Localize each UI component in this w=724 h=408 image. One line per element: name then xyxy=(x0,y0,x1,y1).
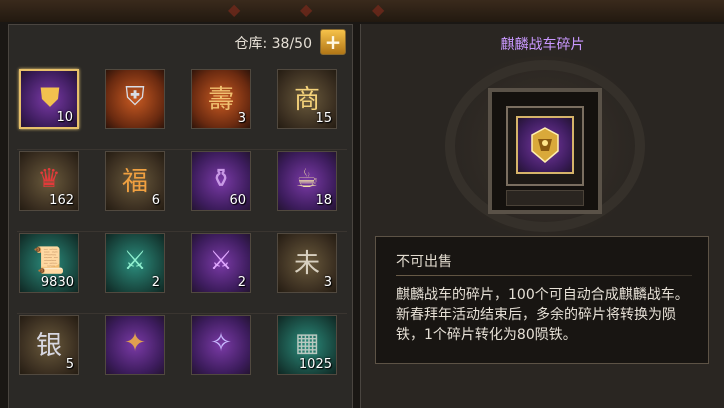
item-quantity: 2 xyxy=(237,275,246,290)
item-quantity: 18 xyxy=(315,193,332,208)
inventory-slot[interactable]: ⚱ 60 xyxy=(191,151,251,211)
item-display-frame xyxy=(488,88,602,214)
row-divider xyxy=(17,313,347,314)
armor-icon: ⛨ xyxy=(125,81,145,112)
item-quantity: 1025 xyxy=(298,357,332,372)
inventory-slot[interactable]: 未3 xyxy=(277,233,337,293)
purple-blade-icon: ⚔ xyxy=(209,246,233,276)
lucky-bag-icon: 福 xyxy=(121,166,148,197)
top-banner: ◆ ◆ ◆ xyxy=(0,0,724,22)
item-quantity: 5 xyxy=(65,357,74,372)
item-quantity: 15 xyxy=(315,111,332,126)
item-quantity: 2 xyxy=(151,275,160,290)
item-description-box: 不可出售 麒麟战车的碎片，100个可自动合成麒麟战车。新春拜年活动结束后，多余的… xyxy=(375,236,709,364)
inventory-slot[interactable]: 📜 9830 xyxy=(19,233,79,293)
inventory-slot[interactable]: 福6 xyxy=(105,151,165,211)
item-quantity: 3 xyxy=(323,275,332,290)
row-divider xyxy=(17,149,347,150)
scale-wing-icon: ✦ xyxy=(124,328,146,358)
red-scroll-token-icon: 壽 xyxy=(207,84,234,115)
divider xyxy=(396,275,692,276)
green-blade-icon: ⚔ xyxy=(123,246,147,276)
item-quantity: 3 xyxy=(237,111,246,126)
banner-ornament-icon: ◆ xyxy=(372,0,385,19)
item-title: 麒麟战车碎片 xyxy=(500,37,585,53)
inventory-slot[interactable]: 商 15 xyxy=(277,69,337,129)
row-divider xyxy=(17,231,347,232)
item-quantity: 162 xyxy=(49,193,74,208)
qilin-chariot-fragment-icon xyxy=(516,116,574,174)
inventory-capacity: 仓库: 38/50 xyxy=(234,36,312,52)
inventory-slot[interactable]: ⚔ 2 xyxy=(105,233,165,293)
item-quantity: 6 xyxy=(151,193,160,208)
magic-scroll-icon: ✧ xyxy=(210,328,232,358)
item-quantity: 60 xyxy=(229,193,246,208)
silver-token-icon: 银 xyxy=(35,330,62,361)
banner-ornament-icon: ◆ xyxy=(300,0,313,19)
inventory-slot[interactable]: 银5 xyxy=(19,315,79,375)
inventory-slot[interactable]: ⚔ 2 xyxy=(191,233,251,293)
inventory-slot[interactable]: ☕ 18 xyxy=(277,151,337,211)
inventory-slot[interactable]: ♛ 162 xyxy=(19,151,79,211)
inventory-slot[interactable]: ▦ 1025 xyxy=(277,315,337,375)
item-detail-panel: 麒麟战车碎片 不可出售 麒麟战车的碎片，100个可自动合成麒麟战车。新春拜年活动… xyxy=(360,24,724,408)
sale-status: 不可出售 xyxy=(396,254,452,270)
inventory-slot[interactable]: 壽3 xyxy=(191,69,251,129)
stone-tablet-icon: 未 xyxy=(293,248,320,279)
banner-ornament-icon: ◆ xyxy=(228,0,241,19)
item-description: 麒麟战车的碎片，100个可自动合成麒麟战车。新春拜年活动结束后，多余的碎片将转换… xyxy=(396,287,689,343)
inventory-slot[interactable]: ⛨ xyxy=(105,69,165,129)
inventory-slot[interactable]: ⛊ 10 xyxy=(19,69,79,129)
expand-inventory-button[interactable]: + xyxy=(320,29,346,55)
inventory-slot[interactable]: ✧ xyxy=(191,315,251,375)
item-quantity: 10 xyxy=(56,110,73,125)
inventory-slot[interactable]: ✦ xyxy=(105,315,165,375)
inventory-panel: 仓库: 38/50 + ⛊ 10 ⛨ 壽 3 商 15 ♛ 162 福 6 ⚱ 60 ☕ 18 📜 9830 ⚔ 2… xyxy=(8,24,353,408)
item-quantity: 9830 xyxy=(40,275,74,290)
